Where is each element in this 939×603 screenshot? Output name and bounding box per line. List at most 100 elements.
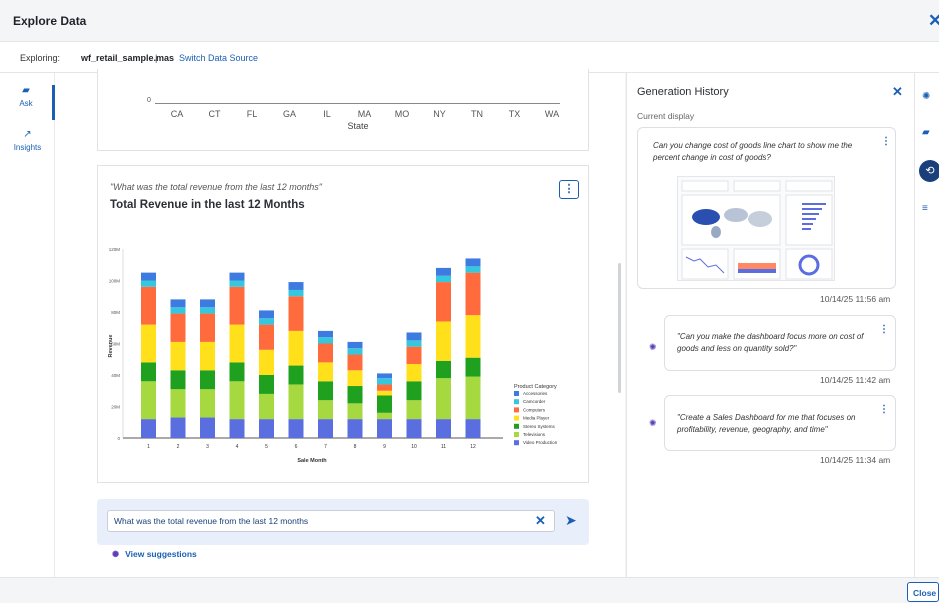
bar-segment xyxy=(229,362,245,382)
history-card-current[interactable]: Can you change cost of goods line chart … xyxy=(637,127,896,289)
bar-segment xyxy=(259,393,274,420)
close-icon[interactable]: ✕ xyxy=(928,11,939,31)
bar-segment xyxy=(377,384,392,391)
bar-segment xyxy=(377,378,392,385)
bar-segment xyxy=(465,419,481,438)
more-options-icon[interactable]: ⋮ xyxy=(879,324,889,335)
x-tick-label: 7 xyxy=(324,444,327,450)
atom-icon[interactable]: ✺ xyxy=(922,91,930,102)
nav-ask-label: Ask xyxy=(19,99,33,108)
state-tick-label: TN xyxy=(471,109,483,119)
x-axis-line xyxy=(155,103,560,104)
bar-segment xyxy=(377,412,392,420)
x-axis-label: State xyxy=(347,121,369,131)
y-tick-label: 100M xyxy=(109,279,121,284)
clear-icon[interactable]: ✕ xyxy=(535,513,546,529)
bar-segment xyxy=(318,362,333,382)
bar-segment xyxy=(347,341,363,349)
title-bar: Explore Data ✕ xyxy=(0,0,939,42)
state-tick-label: FL xyxy=(246,109,258,119)
legend-label: Stereo Systems xyxy=(523,424,556,429)
y-tick-label: 40M xyxy=(111,373,120,378)
legend-swatch xyxy=(514,432,519,437)
y-axis-label: Revenue xyxy=(108,335,114,358)
more-options-icon[interactable]: ⋮ xyxy=(879,404,889,415)
bar-segment xyxy=(288,282,304,290)
y-tick-label: 120M xyxy=(109,247,121,252)
bar-segment xyxy=(200,341,215,371)
bar-segment xyxy=(318,337,333,344)
history-timestamp: 10/14/25 11:56 am xyxy=(820,294,891,304)
ask-input[interactable] xyxy=(107,510,555,532)
state-tick-label: NY xyxy=(433,109,446,119)
bar-segment xyxy=(229,381,245,420)
bar-segment xyxy=(436,282,451,322)
scrollbar[interactable] xyxy=(618,263,621,393)
switch-data-source-link[interactable]: Switch Data Source xyxy=(179,53,258,63)
exploring-label: Exploring: xyxy=(20,53,61,63)
bar-segment xyxy=(170,389,186,418)
bar-segment xyxy=(406,332,422,341)
bar-segment xyxy=(141,362,156,382)
bar-segment xyxy=(288,330,304,366)
close-history-icon[interactable]: ✕ xyxy=(892,84,903,100)
bar-segment xyxy=(259,375,274,394)
x-tick-label: 8 xyxy=(354,444,357,450)
bar-segment xyxy=(347,348,363,355)
bar-segment xyxy=(259,310,274,319)
view-suggestions-label: View suggestions xyxy=(125,549,197,559)
left-nav: ▰ Ask ↗ Insights xyxy=(0,73,55,577)
bar-segment xyxy=(436,360,451,379)
ask-bar: ✕ ➤ xyxy=(97,499,589,545)
bar-segment xyxy=(347,419,363,438)
bar-segment xyxy=(436,378,451,420)
legend-label: Media Player xyxy=(523,416,550,421)
bar-segment xyxy=(436,275,451,283)
history-title: Generation History xyxy=(637,86,729,98)
add-list-icon[interactable]: ≡ xyxy=(922,203,928,214)
x-axis-label: Sale Month xyxy=(297,458,327,464)
y-tick-label: 80M xyxy=(111,310,120,315)
x-tick-label: 6 xyxy=(295,444,298,450)
comment-icon[interactable]: ▰ xyxy=(922,127,930,138)
y-tick-zero: 0 xyxy=(147,97,151,104)
bar-segment xyxy=(436,321,451,361)
legend-swatch xyxy=(514,391,519,396)
revenue-bar-chart: 020M40M60M80M100M120MRevenue1 2 3 4 5 6 7 8 9 10 1… xyxy=(108,247,558,464)
bar-segment xyxy=(200,299,215,308)
bar-segment xyxy=(259,349,274,375)
bar-segment xyxy=(141,324,156,363)
bar-segment xyxy=(347,354,363,371)
send-icon[interactable]: ➤ xyxy=(565,512,577,529)
state-tick-label: IL xyxy=(323,109,331,119)
bar-segment xyxy=(406,419,422,438)
generation-history-panel: Generation History ✕ Current display Can… xyxy=(626,73,914,577)
history-timestamp: 10/14/25 11:34 am xyxy=(820,455,891,465)
bar-segment xyxy=(318,343,333,363)
state-tick-label: MA xyxy=(357,109,372,119)
bar-segment xyxy=(318,400,333,420)
history-card[interactable]: "Can you make the dashboard focus more o… xyxy=(664,315,896,371)
chat-icon: ▰ xyxy=(22,85,30,96)
nav-insights[interactable]: ↗ Insights xyxy=(0,129,55,159)
bar-segment xyxy=(465,357,481,377)
more-options-icon[interactable]: ⋮ xyxy=(881,136,891,147)
legend-label: Televisions xyxy=(523,432,546,437)
close-button[interactable]: Close xyxy=(907,582,939,602)
bar-segment xyxy=(170,370,186,390)
bar-segment xyxy=(377,373,392,379)
history-card[interactable]: "Create a Sales Dashboard for me that fo… xyxy=(664,395,896,451)
footer-bar: Close xyxy=(0,577,939,603)
legend-label: Computers xyxy=(523,407,546,412)
bar-segment xyxy=(259,419,274,438)
bar-segment xyxy=(288,384,304,420)
bar-segment xyxy=(465,272,481,316)
revenue-chart-card: "What was the total revenue from the las… xyxy=(97,165,589,483)
history-icon[interactable]: ⟲ xyxy=(919,160,939,182)
bar-segment xyxy=(347,370,363,387)
view-suggestions-button[interactable]: ✺ View suggestions xyxy=(112,549,197,560)
nav-ask[interactable]: ▰ Ask xyxy=(0,85,55,120)
bar-segment xyxy=(170,341,186,371)
bar-segment xyxy=(170,313,186,342)
bar-segment xyxy=(229,272,245,281)
